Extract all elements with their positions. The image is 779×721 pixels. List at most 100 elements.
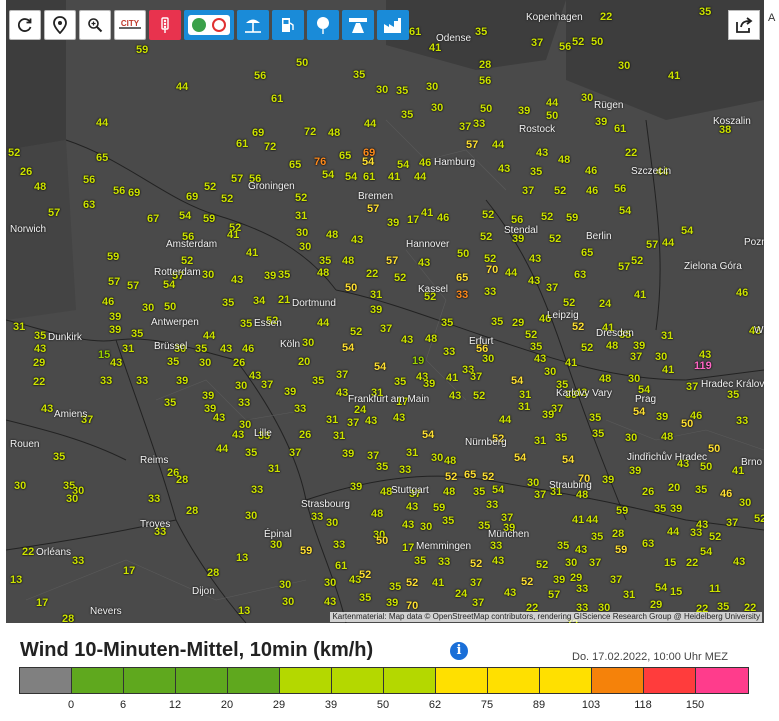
station-wind-value[interactable]: 48 bbox=[328, 128, 340, 139]
station-wind-value[interactable]: 22 bbox=[686, 558, 698, 569]
station-wind-value[interactable]: 57 bbox=[646, 240, 658, 251]
station-wind-value[interactable]: 44 bbox=[203, 331, 215, 342]
station-wind-value[interactable]: 29 bbox=[33, 358, 45, 369]
station-wind-value[interactable]: 35 bbox=[727, 390, 739, 401]
station-wind-value[interactable]: 37 bbox=[726, 518, 738, 529]
station-wind-value[interactable]: 30 bbox=[282, 597, 294, 608]
station-wind-value[interactable]: 57 bbox=[108, 277, 120, 288]
station-wind-value[interactable]: 31 bbox=[519, 390, 531, 401]
station-wind-value[interactable]: 33 bbox=[736, 416, 748, 427]
station-wind-value[interactable]: 24 bbox=[599, 299, 611, 310]
station-wind-value[interactable]: 54 bbox=[374, 362, 386, 373]
station-wind-value[interactable]: 35 bbox=[278, 270, 290, 281]
station-wind-value[interactable]: 44 bbox=[317, 318, 329, 329]
station-wind-value[interactable]: 70 bbox=[406, 601, 418, 612]
station-wind-value[interactable]: 59 bbox=[107, 252, 119, 263]
station-wind-value[interactable]: 44 bbox=[492, 140, 504, 151]
station-wind-value[interactable]: 46 bbox=[720, 489, 732, 500]
station-wind-value[interactable]: 37 bbox=[336, 370, 348, 381]
station-wind-value[interactable]: 26 bbox=[299, 430, 311, 441]
station-wind-value[interactable]: 52 bbox=[204, 182, 216, 193]
weather-station-button[interactable] bbox=[184, 10, 234, 40]
info-icon[interactable]: i bbox=[450, 642, 468, 660]
station-wind-value[interactable]: 48 bbox=[371, 509, 383, 520]
station-wind-value[interactable]: 43 bbox=[529, 254, 541, 265]
station-wind-value[interactable]: 52 bbox=[709, 532, 721, 543]
station-wind-value[interactable]: 57 bbox=[48, 208, 60, 219]
station-wind-value[interactable]: 35 bbox=[319, 256, 331, 267]
station-wind-value[interactable]: 43 bbox=[41, 404, 53, 415]
station-wind-value[interactable]: 31 bbox=[623, 590, 635, 601]
station-wind-value[interactable]: 67 bbox=[147, 214, 159, 225]
station-wind-value[interactable]: 35 bbox=[131, 329, 143, 340]
station-wind-value[interactable]: 33 bbox=[473, 119, 485, 130]
station-wind-value[interactable]: 48 bbox=[558, 155, 570, 166]
station-wind-value[interactable]: 56 bbox=[254, 71, 266, 82]
station-wind-value[interactable]: 57 bbox=[231, 174, 243, 185]
station-wind-value[interactable]: 50 bbox=[681, 419, 693, 430]
station-wind-value[interactable]: 37 bbox=[686, 382, 698, 393]
station-wind-value[interactable]: 41 bbox=[429, 43, 441, 54]
station-wind-value[interactable]: 31 bbox=[122, 344, 134, 355]
station-wind-value[interactable]: 43 bbox=[401, 335, 413, 346]
station-wind-value[interactable]: 28 bbox=[479, 60, 491, 71]
station-wind-value[interactable]: 35 bbox=[699, 7, 711, 18]
station-wind-value[interactable]: 20 bbox=[668, 483, 680, 494]
station-wind-value[interactable]: 31 bbox=[518, 402, 530, 413]
station-wind-value[interactable]: 13 bbox=[10, 575, 22, 586]
station-wind-value[interactable]: 52 bbox=[470, 559, 482, 570]
station-wind-value[interactable]: 72 bbox=[264, 142, 276, 153]
station-wind-value[interactable]: 41 bbox=[246, 248, 258, 259]
station-wind-value[interactable]: 35 bbox=[414, 556, 426, 567]
station-wind-value[interactable]: 33 bbox=[690, 528, 702, 539]
station-wind-value[interactable]: 37 bbox=[261, 380, 273, 391]
station-wind-value[interactable]: 43 bbox=[213, 413, 225, 424]
station-wind-value[interactable]: 48 bbox=[576, 490, 588, 501]
station-wind-value[interactable]: 28 bbox=[207, 568, 219, 579]
station-wind-value[interactable]: 52 bbox=[521, 577, 533, 588]
station-wind-value[interactable]: 44 bbox=[505, 268, 517, 279]
station-wind-value[interactable]: 72 bbox=[304, 127, 316, 138]
station-wind-value[interactable]: 61 bbox=[271, 94, 283, 105]
station-wind-value[interactable]: 52 bbox=[295, 193, 307, 204]
station-wind-value[interactable]: 35 bbox=[530, 342, 542, 353]
station-wind-value[interactable]: 35 bbox=[555, 433, 567, 444]
station-wind-value[interactable]: 41 bbox=[446, 373, 458, 384]
station-wind-value[interactable]: 41 bbox=[388, 172, 400, 183]
station-wind-value[interactable]: 35 bbox=[394, 377, 406, 388]
station-wind-value[interactable]: 17 bbox=[36, 598, 48, 609]
station-wind-value[interactable]: 29 bbox=[512, 318, 524, 329]
refresh-button[interactable] bbox=[9, 10, 41, 40]
station-wind-value[interactable]: 59 bbox=[300, 546, 312, 557]
station-wind-value[interactable]: 30 bbox=[302, 338, 314, 349]
station-wind-value[interactable]: 59 bbox=[203, 214, 215, 225]
station-wind-value[interactable]: 30 bbox=[142, 303, 154, 314]
station-wind-value[interactable]: 43 bbox=[534, 354, 546, 365]
station-wind-value[interactable]: 35 bbox=[473, 487, 485, 498]
station-wind-value[interactable]: 29 bbox=[650, 600, 662, 611]
station-wind-value[interactable]: 54 bbox=[619, 206, 631, 217]
station-wind-value[interactable]: 30 bbox=[245, 511, 257, 522]
station-wind-value[interactable]: 44 bbox=[364, 119, 376, 130]
station-wind-value[interactable]: 30 bbox=[739, 498, 751, 509]
station-wind-value[interactable]: 46 bbox=[419, 158, 431, 169]
station-wind-value[interactable]: 46 bbox=[437, 213, 449, 224]
station-wind-value[interactable]: 28 bbox=[612, 529, 624, 540]
station-wind-value[interactable]: 48 bbox=[342, 256, 354, 267]
station-wind-value[interactable]: 52 bbox=[536, 560, 548, 571]
station-wind-value[interactable]: 69 bbox=[252, 128, 264, 139]
station-wind-value[interactable]: 35 bbox=[475, 27, 487, 38]
station-wind-value[interactable]: 31 bbox=[406, 448, 418, 459]
station-wind-value[interactable]: 15 bbox=[98, 350, 110, 361]
station-wind-value[interactable]: 39 bbox=[350, 482, 362, 493]
station-wind-value[interactable]: 52 bbox=[549, 234, 561, 245]
station-wind-value[interactable]: 17 bbox=[407, 215, 419, 226]
station-wind-value[interactable]: 30 bbox=[625, 433, 637, 444]
station-wind-value[interactable]: 54 bbox=[681, 226, 693, 237]
station-wind-value[interactable]: 61 bbox=[409, 27, 421, 38]
station-wind-value[interactable]: 33 bbox=[443, 347, 455, 358]
station-wind-value[interactable]: 37 bbox=[522, 186, 534, 197]
station-wind-value[interactable]: 59 bbox=[616, 506, 628, 517]
station-wind-value[interactable]: 30 bbox=[279, 580, 291, 591]
station-wind-value[interactable]: 15 bbox=[670, 587, 682, 598]
